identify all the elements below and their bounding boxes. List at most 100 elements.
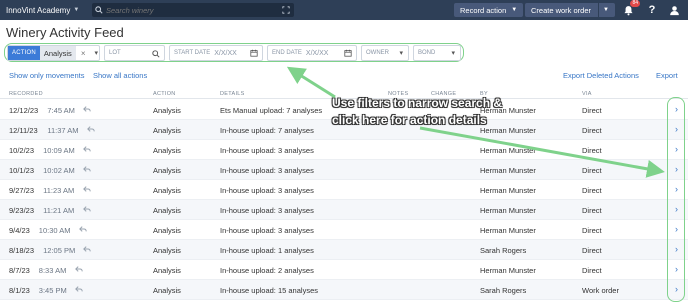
- table-row[interactable]: 8/7/23 8:33 AM Analysis In-house upload: 2 …: [0, 260, 688, 280]
- action-cell: Analysis: [153, 186, 181, 195]
- end-date-filter[interactable]: END DATE X/X/XX: [267, 45, 357, 61]
- table-row[interactable]: 8/1/23 3:45 PM Analysis In-house upload: 15…: [0, 280, 688, 300]
- calendar-icon[interactable]: [344, 49, 352, 59]
- table-row[interactable]: 10/2/23 10:09 AM Analysis In-house upload: …: [0, 140, 688, 160]
- table-row[interactable]: 10/1/23 10:02 AM Analysis In-house upload: …: [0, 160, 688, 180]
- column-header-via[interactable]: VIA: [582, 91, 592, 97]
- action-cell: Analysis: [153, 206, 181, 215]
- by-cell: Herman Munster: [480, 146, 536, 155]
- column-header-action[interactable]: ACTION: [153, 91, 176, 97]
- via-cell: Direct: [582, 126, 602, 135]
- table-row[interactable]: 9/23/23 11:21 AM Analysis In-house upload: …: [0, 200, 688, 220]
- undo-icon[interactable]: [83, 205, 91, 215]
- annotation-line-2: click here for action details: [332, 113, 487, 127]
- undo-icon[interactable]: [74, 265, 83, 275]
- undo-icon[interactable]: [87, 125, 95, 135]
- action-filter-chip: Analysis: [39, 46, 76, 60]
- recorded-date: 9/4/23: [9, 226, 30, 235]
- recorded-date: 10/2/23: [9, 146, 35, 155]
- show-all-actions-link[interactable]: Show all actions: [93, 71, 147, 80]
- lot-filter-label: LOT: [109, 50, 121, 56]
- by-cell: Herman Munster: [480, 226, 536, 235]
- recorded-time: 10:30 AM: [38, 226, 71, 235]
- notifications-button[interactable]: 84: [621, 0, 640, 17]
- details-cell: In-house upload: 3 analyses: [220, 186, 314, 195]
- table-row[interactable]: 9/4/23 10:30 AM Analysis In-house upload: 3…: [0, 220, 688, 240]
- details-cell: In-house upload: 2 analyses: [220, 266, 314, 275]
- search-box[interactable]: [92, 3, 294, 17]
- expand-search-icon[interactable]: [282, 6, 290, 16]
- recorded-time: 7:45 AM: [47, 106, 75, 115]
- winery-switcher[interactable]: InnoVint Academy ▼: [0, 6, 88, 15]
- details-cell: Ets Manual upload: 7 analyses: [220, 106, 323, 115]
- recorded-date: 12/11/23: [9, 126, 38, 135]
- via-cell: Direct: [582, 146, 602, 155]
- recorded-date: 8/1/23: [9, 286, 30, 295]
- export-link[interactable]: Export: [656, 71, 678, 80]
- lot-filter[interactable]: LOT: [104, 45, 165, 61]
- search-input[interactable]: [106, 5, 266, 15]
- chevron-down-icon[interactable]: ▾: [90, 49, 102, 57]
- action-cell: Analysis: [153, 146, 181, 155]
- recorded-time: 11:37 AM: [47, 126, 79, 135]
- top-navigation-bar: InnoVint Academy ▼ Record action ▼ Creat…: [0, 0, 688, 20]
- details-cell: In-house upload: 3 analyses: [220, 166, 314, 175]
- chevron-down-icon[interactable]: ▼: [603, 7, 609, 13]
- chevron-down-icon: ▼: [73, 7, 80, 13]
- annotation-text: Use filters to narrow search & click her…: [332, 95, 502, 129]
- undo-icon[interactable]: [83, 185, 91, 195]
- via-cell: Direct: [582, 166, 602, 175]
- bond-filter[interactable]: BOND ▾: [413, 45, 461, 61]
- undo-icon[interactable]: [83, 145, 91, 155]
- details-cell: In-house upload: 7 analyses: [220, 126, 314, 135]
- undo-icon[interactable]: [78, 225, 87, 235]
- recorded-time: 10:09 AM: [43, 146, 75, 155]
- details-highlight: [667, 97, 685, 302]
- record-action-label: Record action: [460, 5, 507, 15]
- clear-icon[interactable]: ×: [76, 49, 91, 58]
- search-icon: [152, 50, 160, 60]
- chevron-down-icon: ▼: [511, 7, 518, 13]
- undo-icon[interactable]: [83, 165, 91, 175]
- via-cell: Direct: [582, 226, 602, 235]
- action-filter-tag: ACTION: [8, 46, 40, 60]
- show-only-movements-link[interactable]: Show only movements: [9, 71, 84, 80]
- brand-name: InnoVint Academy: [6, 5, 71, 15]
- column-header-details[interactable]: DETAILS: [220, 91, 245, 97]
- user-menu-button[interactable]: [667, 3, 681, 17]
- owner-filter-label: OWNER: [366, 50, 389, 56]
- action-cell: Analysis: [153, 226, 181, 235]
- action-cell: Analysis: [153, 126, 181, 135]
- details-cell: In-house upload: 3 analyses: [220, 206, 314, 215]
- via-cell: Direct: [582, 106, 602, 115]
- undo-icon[interactable]: [74, 285, 83, 295]
- recorded-date: 10/1/23: [9, 166, 35, 175]
- details-cell: In-house upload: 3 analyses: [220, 226, 314, 235]
- start-date-filter[interactable]: START DATE X/X/XX: [169, 45, 263, 61]
- table-row[interactable]: 8/18/23 12:05 PM Analysis In-house upload: …: [0, 240, 688, 260]
- table-row[interactable]: 9/27/23 11:23 AM Analysis In-house upload: …: [0, 180, 688, 200]
- export-deleted-actions-link[interactable]: Export Deleted Actions: [563, 71, 639, 80]
- action-filter[interactable]: ACTION Analysis × ▾: [7, 45, 100, 61]
- recorded-time: 10:02 AM: [43, 166, 75, 175]
- start-date-input[interactable]: X/X/XX: [214, 50, 241, 57]
- create-work-order-button[interactable]: Create work order ▼: [525, 3, 615, 17]
- help-button[interactable]: ?: [645, 3, 659, 17]
- undo-icon[interactable]: [83, 105, 91, 115]
- column-header-recorded[interactable]: RECORDED: [9, 91, 43, 97]
- calendar-icon[interactable]: [250, 49, 258, 59]
- by-cell: Sarah Rogers: [480, 286, 527, 295]
- action-cell: Analysis: [153, 166, 181, 175]
- bond-filter-label: BOND: [418, 50, 436, 56]
- by-cell: Herman Munster: [480, 206, 536, 215]
- undo-icon[interactable]: [83, 245, 91, 255]
- owner-filter[interactable]: OWNER ▾: [361, 45, 409, 61]
- recorded-time: 11:21 AM: [43, 206, 75, 215]
- recorded-time: 12:05 PM: [43, 246, 76, 255]
- button-divider: [598, 3, 600, 17]
- recorded-date: 8/18/23: [9, 246, 35, 255]
- end-date-input[interactable]: X/X/XX: [306, 50, 333, 57]
- record-action-button[interactable]: Record action ▼: [454, 3, 524, 17]
- recorded-time: 3:45 PM: [38, 286, 67, 295]
- annotation-line-1: Use filters to narrow search &: [332, 96, 503, 110]
